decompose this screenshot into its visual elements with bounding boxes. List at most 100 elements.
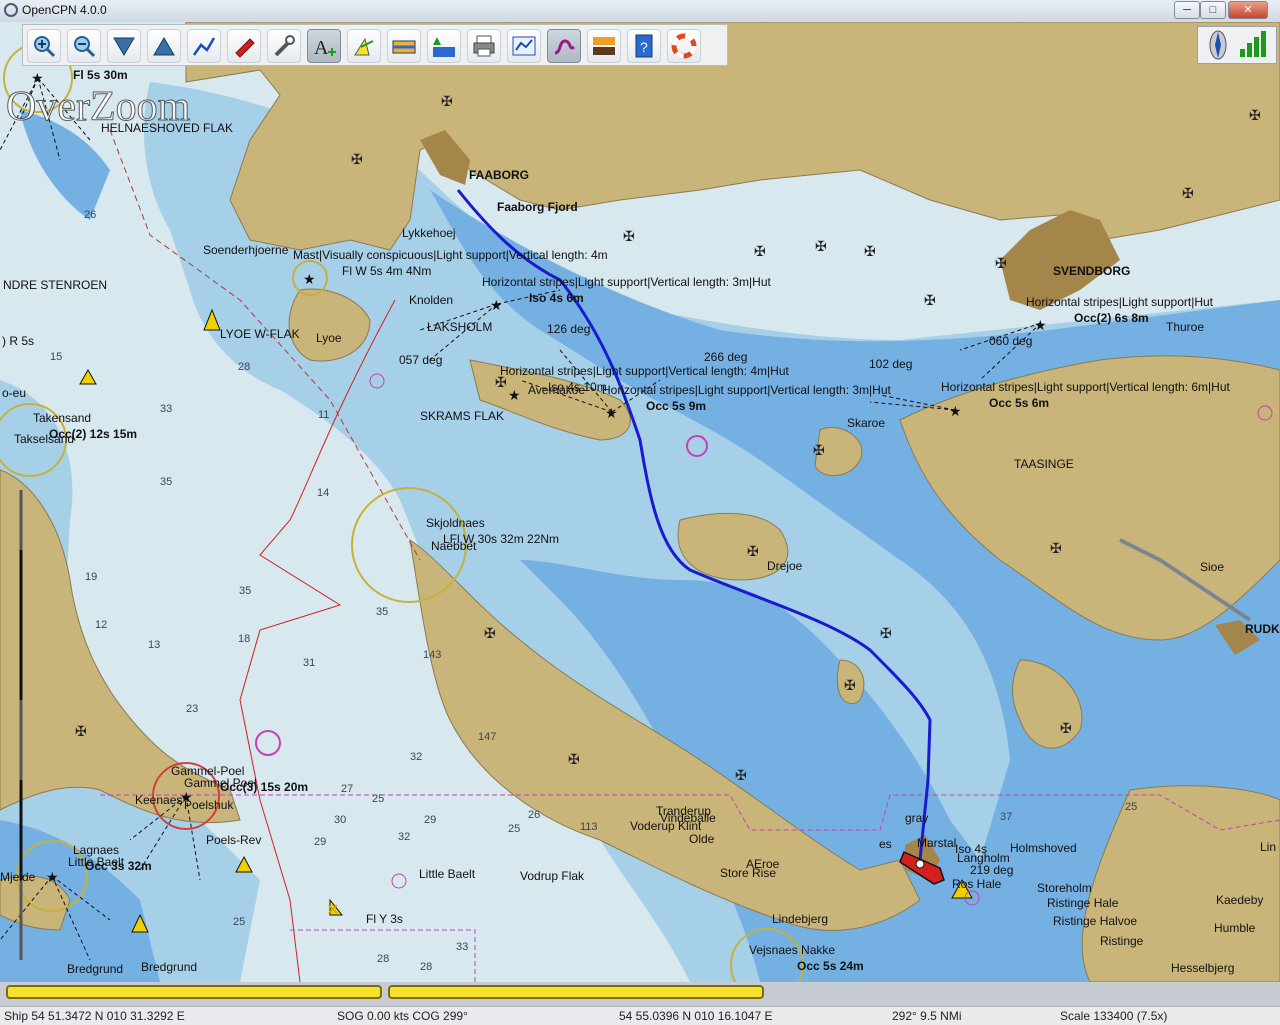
svg-text:Occ 3s 32m: Occ 3s 32m bbox=[85, 859, 152, 873]
svg-text:✠: ✠ bbox=[813, 442, 825, 458]
svg-text:★: ★ bbox=[46, 869, 59, 885]
track-button[interactable] bbox=[547, 29, 581, 63]
svg-text:Kaedeby: Kaedeby bbox=[1216, 893, 1263, 907]
svg-text:★: ★ bbox=[508, 387, 521, 403]
svg-text:SVENDBORG: SVENDBORG bbox=[1053, 264, 1130, 278]
svg-text:o-eu: o-eu bbox=[2, 386, 26, 400]
svg-text:✠: ✠ bbox=[1060, 720, 1072, 736]
maximize-button[interactable]: □ bbox=[1200, 1, 1226, 19]
svg-text:31: 31 bbox=[303, 657, 315, 669]
svg-text:✠: ✠ bbox=[735, 767, 747, 783]
cursor-range: 292° 9.5 NMi bbox=[892, 1009, 962, 1023]
tide-button[interactable] bbox=[427, 29, 461, 63]
zoom-out-icon bbox=[74, 36, 96, 58]
print-icon bbox=[473, 35, 495, 57]
svg-text:LYOE W-FLAK: LYOE W-FLAK bbox=[220, 327, 300, 341]
color-scheme-button[interactable] bbox=[587, 29, 621, 63]
svg-text:Vejsnaes Nakke: Vejsnaes Nakke bbox=[749, 943, 835, 957]
current-button[interactable] bbox=[387, 29, 421, 63]
svg-text:✠: ✠ bbox=[351, 151, 363, 167]
svg-text:Vodrup Flak: Vodrup Flak bbox=[520, 869, 585, 883]
drop-mark-button[interactable] bbox=[227, 29, 261, 63]
svg-text:35: 35 bbox=[376, 606, 388, 618]
svg-text:Ristinge Halvoe: Ristinge Halvoe bbox=[1053, 914, 1137, 928]
settings-button[interactable] bbox=[267, 29, 301, 63]
chart-quilt-selector-1[interactable] bbox=[6, 985, 382, 999]
route-button[interactable] bbox=[187, 29, 221, 63]
svg-text:Soenderhjoerne: Soenderhjoerne bbox=[203, 243, 289, 257]
svg-text:Holmshoved: Holmshoved bbox=[1010, 841, 1077, 855]
svg-text:LAKSHOLM: LAKSHOLM bbox=[427, 320, 492, 334]
svg-text:32: 32 bbox=[398, 831, 410, 843]
svg-text:Skjoldnaes: Skjoldnaes bbox=[426, 516, 485, 530]
settings-icon bbox=[274, 35, 295, 57]
svg-text:✠: ✠ bbox=[747, 543, 759, 559]
svg-text:gray: gray bbox=[905, 811, 928, 825]
mob-button[interactable] bbox=[667, 29, 701, 63]
svg-text:18: 18 bbox=[238, 633, 250, 645]
ais-button[interactable] bbox=[347, 29, 381, 63]
svg-text:Horizontal stripes|Light suppo: Horizontal stripes|Light support|Hut bbox=[1026, 295, 1214, 309]
chart-scale: Scale 133400 (7.5x) bbox=[1060, 1009, 1168, 1023]
print-button[interactable] bbox=[467, 29, 501, 63]
svg-text:Humble: Humble bbox=[1214, 921, 1256, 935]
svg-text:Mast|Visually conspicuous|Ligh: Mast|Visually conspicuous|Light support|… bbox=[293, 248, 608, 262]
track-icon bbox=[554, 39, 575, 55]
svg-text:Occ 5s 6m: Occ 5s 6m bbox=[989, 396, 1049, 410]
help-button[interactable]: ? bbox=[627, 29, 661, 63]
svg-text:A: A bbox=[314, 37, 329, 59]
window-title: OpenCPN 4.0.0 bbox=[22, 3, 107, 17]
svg-text:27: 27 bbox=[341, 783, 353, 795]
svg-text:Lyoe: Lyoe bbox=[316, 331, 342, 345]
svg-text:147: 147 bbox=[478, 731, 496, 743]
text-button[interactable]: A bbox=[307, 29, 341, 63]
scale-in-button[interactable] bbox=[107, 29, 141, 63]
svg-text:) R 5s: ) R 5s bbox=[2, 334, 34, 348]
svg-text:25: 25 bbox=[1125, 801, 1137, 813]
svg-text:NDRE STENROEN: NDRE STENROEN bbox=[3, 278, 107, 292]
svg-text:Takensand: Takensand bbox=[33, 411, 91, 425]
svg-text:Hesselbjerg: Hesselbjerg bbox=[1171, 961, 1234, 975]
svg-text:TAASINGE: TAASINGE bbox=[1014, 457, 1074, 471]
svg-text:Horizontal stripes|Light suppo: Horizontal stripes|Light support|Vertica… bbox=[602, 383, 891, 397]
svg-text:29: 29 bbox=[314, 836, 326, 848]
close-button[interactable]: ✕ bbox=[1228, 1, 1268, 19]
chart-canvas[interactable]: ★ ★ ★ ★ ★ ★ ★ ★ ★ ✠ ✠ ✠ ✠ ✠ ✠ ✠ ✠ ✠ ✠ ✠ ✠ ✠ ✠ ✠ ✠ ✠… bbox=[0, 22, 1280, 982]
text-icon: A bbox=[314, 37, 336, 59]
ais-icon bbox=[354, 37, 374, 56]
chart-quilt-selector-2[interactable] bbox=[388, 985, 764, 999]
svg-text:11: 11 bbox=[318, 409, 329, 421]
svg-text:FAABORG: FAABORG bbox=[469, 168, 529, 182]
svg-text:Olde: Olde bbox=[689, 832, 715, 846]
svg-text:057 deg: 057 deg bbox=[399, 353, 442, 367]
minimize-button[interactable]: ─ bbox=[1174, 1, 1200, 19]
current-icon bbox=[392, 40, 416, 54]
svg-text:★: ★ bbox=[490, 297, 503, 313]
svg-text:Bredgrund: Bredgrund bbox=[141, 960, 197, 974]
route-manager-button[interactable] bbox=[507, 29, 541, 63]
status-bar: Ship 54 51.3472 N 010 31.3292 E SOG 0.00… bbox=[0, 1006, 1280, 1025]
zoom-out-button[interactable] bbox=[67, 29, 101, 63]
svg-text:✠: ✠ bbox=[75, 723, 87, 739]
svg-text:Marstal: Marstal bbox=[917, 836, 956, 850]
svg-text:Ristinge Hale: Ristinge Hale bbox=[1047, 896, 1119, 910]
svg-text:Knolden: Knolden bbox=[409, 293, 453, 307]
gps-status-panel[interactable] bbox=[1197, 26, 1277, 64]
zoom-in-button[interactable] bbox=[27, 29, 61, 63]
svg-text:✠: ✠ bbox=[815, 238, 827, 254]
svg-text:25: 25 bbox=[233, 916, 245, 928]
svg-text:25: 25 bbox=[508, 823, 520, 835]
mob-icon bbox=[671, 33, 697, 59]
svg-text:28: 28 bbox=[420, 961, 432, 973]
svg-text:RUDK: RUDK bbox=[1245, 622, 1280, 636]
svg-text:35: 35 bbox=[160, 476, 172, 488]
svg-text:35: 35 bbox=[239, 585, 251, 597]
svg-text:126 deg: 126 deg bbox=[547, 322, 590, 336]
ship-position: Ship 54 51.3472 N 010 31.3292 E bbox=[4, 1009, 185, 1023]
opencpn-app-icon bbox=[4, 3, 18, 17]
scale-out-button[interactable] bbox=[147, 29, 181, 63]
svg-text:32: 32 bbox=[410, 751, 422, 763]
svg-text:Lindebjerg: Lindebjerg bbox=[772, 912, 828, 926]
svg-text:Ristinge: Ristinge bbox=[1100, 934, 1144, 948]
tide-icon bbox=[433, 37, 455, 57]
